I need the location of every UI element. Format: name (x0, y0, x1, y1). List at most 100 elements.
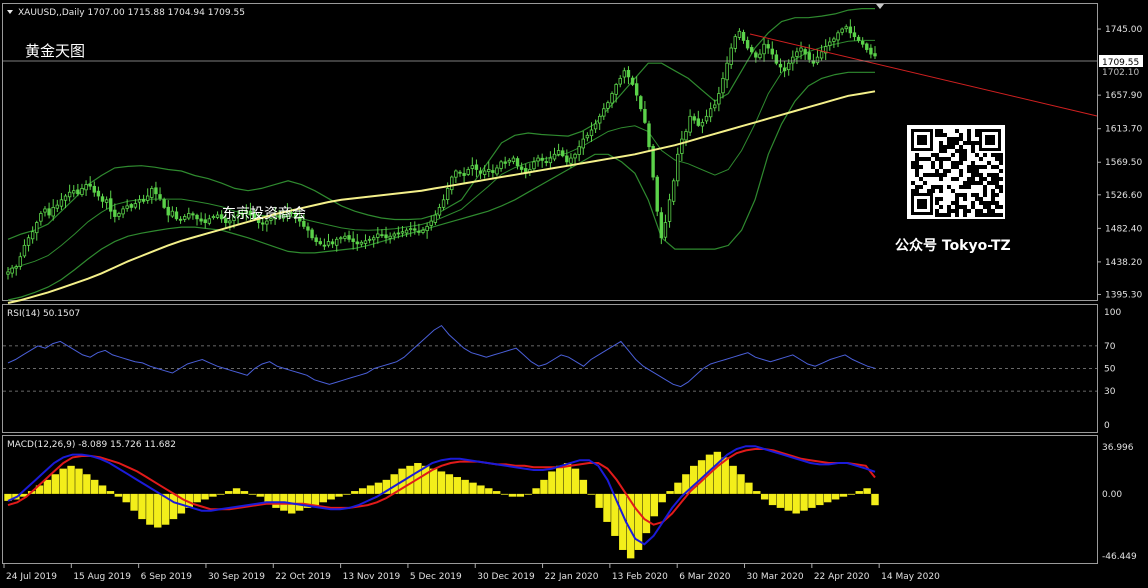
candlestick (782, 61, 787, 78)
macd-histogram-bar (760, 493, 769, 500)
macd-histogram-bar (477, 485, 485, 494)
candlestick (869, 44, 873, 59)
qr-module (975, 197, 979, 201)
candle-body (117, 213, 121, 217)
qr-module (999, 205, 1003, 209)
candle-body (552, 153, 557, 160)
qr-module (975, 133, 979, 137)
candlestick (573, 152, 577, 165)
candlestick (51, 199, 55, 221)
candle-body (848, 26, 853, 34)
candle-body (191, 213, 195, 216)
qr-module (995, 173, 999, 177)
candle-body (367, 238, 372, 241)
candlestick (18, 252, 23, 270)
qr-module (935, 169, 939, 173)
qr-module (967, 141, 971, 145)
candle-body (573, 153, 577, 159)
time-tick-label: 24 Jul 2019 (6, 572, 57, 582)
qr-module (959, 137, 963, 141)
main-header: XAUUSD,,Daily 1707.00 1715.88 1704.94 17… (18, 8, 245, 18)
rsi-line (7, 324, 876, 388)
macd-tick-label: -46.449 (1102, 552, 1137, 562)
macd-histogram-bar (75, 468, 83, 494)
qr-module (995, 213, 999, 217)
ma-line (7, 90, 876, 304)
candlestick (503, 156, 507, 169)
candle-body (561, 150, 565, 157)
qr-module (919, 177, 923, 181)
candle-body (47, 208, 51, 216)
macd-histogram-bar (571, 468, 580, 494)
macd-histogram-bar (650, 493, 659, 517)
macd-histogram-bar (658, 493, 666, 503)
candle-body (413, 228, 417, 231)
candle-body (141, 199, 146, 202)
candlestick (548, 151, 553, 169)
candlestick (35, 220, 39, 241)
qr-module (963, 209, 967, 213)
trendline-group[interactable] (749, 33, 1098, 117)
candle-body (35, 222, 39, 234)
macd-histogram-bar (800, 493, 808, 511)
macd-histogram-bar (816, 493, 824, 506)
candlestick (561, 147, 565, 158)
candle-body (614, 84, 618, 95)
candle-body (51, 207, 55, 217)
qr-module (951, 189, 955, 193)
candle-body (643, 108, 647, 123)
candlestick (170, 206, 175, 218)
candlestick (507, 158, 511, 166)
candlestick (860, 37, 865, 48)
macd-histogram-bar (98, 485, 107, 494)
qr-module (991, 197, 995, 201)
candle-body (326, 241, 331, 246)
candle-body (581, 138, 585, 149)
candlestick (117, 211, 121, 221)
qr-module (963, 205, 967, 209)
candle-body (815, 56, 820, 64)
candle-body (692, 116, 696, 121)
qr-module (967, 181, 971, 185)
qr-module (935, 129, 939, 133)
qr-module (959, 185, 963, 189)
candle-body (133, 203, 138, 208)
candle-body (725, 62, 729, 81)
candlestick (454, 169, 458, 183)
macd-histogram-bar (863, 488, 871, 494)
candlestick (737, 28, 742, 41)
price-tick-label: 1613.70 (1105, 125, 1142, 135)
qr-module (955, 137, 959, 141)
resistance-trendline[interactable] (749, 33, 1098, 117)
candle-body (491, 170, 495, 173)
qr-module (967, 209, 971, 213)
candle-body (162, 199, 166, 208)
rsi-tick-label: 30 (1104, 387, 1116, 397)
candle-body (339, 237, 343, 240)
candlestick (10, 264, 14, 278)
candlestick (795, 47, 799, 64)
candle-body (819, 51, 824, 59)
qr-module (939, 177, 943, 181)
candlestick (437, 203, 442, 219)
qr-module (939, 165, 943, 169)
candlestick (852, 26, 857, 41)
candlestick (774, 50, 779, 66)
macd-histogram-bar (469, 482, 477, 494)
candle-body (856, 36, 861, 41)
candlestick (807, 44, 811, 63)
collapse-arrow-icon[interactable] (7, 10, 13, 14)
candlestick (314, 234, 318, 246)
time-tick-label: 22 Apr 2020 (814, 572, 870, 582)
rsi-tick-label: 100 (1104, 308, 1121, 318)
candle-body (100, 196, 105, 202)
time-tick-label: 6 Sep 2019 (141, 572, 193, 582)
candle-body (392, 233, 396, 237)
candlestick (791, 50, 795, 71)
candlestick (425, 222, 429, 239)
candlestick (318, 237, 322, 246)
scroll-marker-icon[interactable] (876, 4, 884, 9)
qr-module (999, 161, 1003, 165)
candle-body (680, 138, 684, 154)
candle-body (137, 199, 142, 203)
